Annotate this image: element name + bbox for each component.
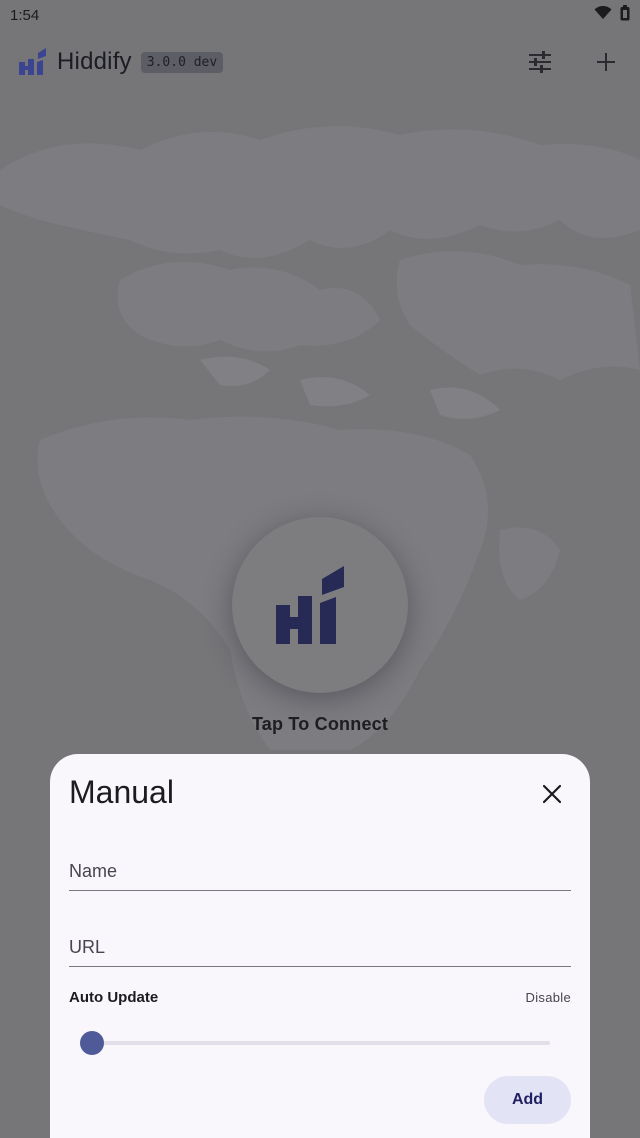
slider-track[interactable]: [92, 1041, 550, 1045]
connect-label: Tap To Connect: [251, 714, 389, 734]
battery-icon: [620, 5, 630, 25]
version-badge: 3.0.0 dev: [140, 51, 224, 73]
auto-update-label: Auto Update: [69, 989, 159, 1006]
url-input[interactable]: [69, 925, 571, 966]
tune-icon: [529, 51, 551, 73]
filter-button[interactable]: [522, 44, 558, 80]
status-bar: 1:54: [0, 0, 640, 30]
app-bar: Hiddify 3.0.0 dev: [0, 38, 640, 86]
url-field[interactable]: [69, 925, 571, 967]
sheet-title: Manual: [69, 774, 174, 810]
app-title: Hiddify: [57, 48, 132, 75]
name-field[interactable]: [69, 849, 571, 891]
connect-button[interactable]: [232, 517, 408, 693]
status-time: 1:54: [10, 6, 40, 24]
auto-update-row: Auto Update Disable: [69, 989, 571, 1006]
add-profile-button[interactable]: [588, 44, 624, 80]
manual-profile-sheet: Manual Auto Update Disable Add: [50, 754, 590, 1138]
slider-thumb[interactable]: [80, 1031, 104, 1055]
auto-update-slider[interactable]: [80, 1030, 550, 1056]
auto-update-value: Disable: [525, 990, 571, 1005]
wifi-icon: [594, 5, 612, 24]
hiddify-logo-icon: [276, 566, 344, 644]
close-icon: [543, 785, 561, 803]
status-icons: [594, 5, 630, 25]
close-button[interactable]: [534, 776, 570, 812]
hiddify-logo-icon: [18, 48, 48, 76]
plus-icon: [597, 53, 615, 71]
app-bar-actions: [522, 44, 624, 80]
screen: 1:54 Hiddify 3.0.0 dev Tap To Connect Ma…: [0, 0, 640, 1138]
add-button[interactable]: Add: [484, 1076, 571, 1124]
name-input[interactable]: [69, 849, 571, 890]
